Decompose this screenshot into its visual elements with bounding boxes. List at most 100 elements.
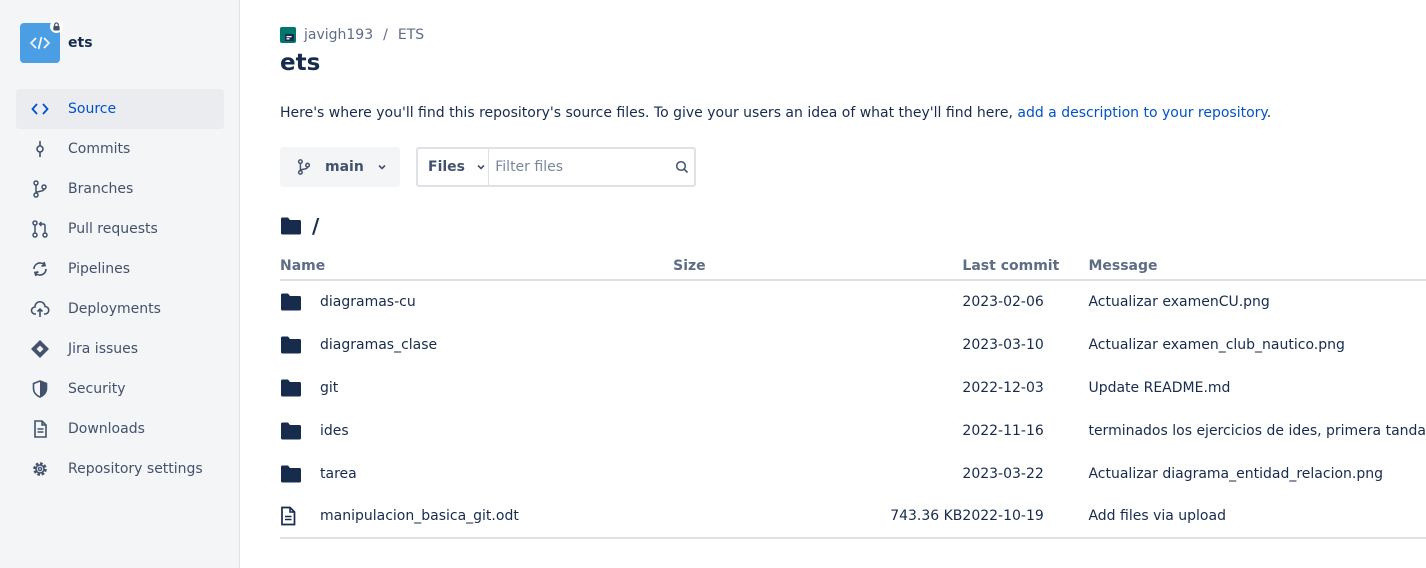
file-size [673, 280, 962, 323]
commit-message[interactable]: Actualizar diagrama_entidad_relacion.png [1088, 452, 1426, 495]
current-path: / [280, 214, 319, 238]
sidebar-item-label: Pull requests [68, 221, 158, 237]
jira-icon [30, 339, 50, 359]
files-dropdown[interactable]: Files [418, 149, 490, 185]
filter-files-input[interactable] [489, 149, 670, 185]
commit-message[interactable]: terminados los ejercicios de ides, prime… [1088, 409, 1426, 452]
sidebar-item-label: Security [68, 381, 126, 397]
breadcrumb-project[interactable]: ETS [398, 27, 424, 43]
description-suffix: . [1266, 105, 1272, 121]
source-controls: main Files [280, 147, 696, 187]
chevron-down-icon [475, 161, 487, 173]
last-commit-date: 2023-02-06 [962, 294, 1044, 310]
chevron-down-icon [376, 161, 388, 173]
folder-icon [281, 217, 301, 235]
workspace-icon [280, 27, 296, 43]
repo-avatar[interactable] [20, 20, 63, 63]
branch-name: main [325, 159, 364, 175]
sidebar-item-jira-issues[interactable]: Jira issues [16, 329, 224, 369]
repo-description: Here's where you'll find this repository… [280, 105, 1271, 121]
file-name-link[interactable]: git [320, 380, 338, 396]
repo-name[interactable]: ets [68, 35, 93, 51]
breadcrumb: javigh193 / ETS [280, 27, 424, 43]
main-content: javigh193 / ETS ets Here's where you'll … [280, 0, 1426, 568]
last-commit-date: 2022-11-16 [962, 422, 1044, 439]
folder-icon [280, 292, 304, 312]
sidebar-item-label: Source [68, 101, 117, 117]
file-name-link[interactable]: tarea [320, 466, 357, 482]
sidebar-item-branches[interactable]: Branches [16, 169, 224, 209]
table-row[interactable]: ides 2022-11-16 terminados los ejercicio… [280, 409, 1426, 452]
file-size [673, 452, 962, 495]
branch-icon [30, 179, 50, 199]
last-commit-date: 2022-12-03 [962, 379, 1044, 396]
file-size: 743.36 KB [673, 495, 963, 539]
file-name-link[interactable]: diagramas-cu [320, 294, 416, 310]
sidebar-item-label: Downloads [68, 421, 145, 437]
file-size [673, 409, 962, 452]
commit-message[interactable]: Add files via upload [1088, 495, 1426, 539]
sidebar-item-commits[interactable]: Commits [16, 129, 224, 169]
table-row[interactable]: manipulacion_basica_git.odt 743.36 KB 20… [280, 495, 1426, 539]
file-name-link[interactable]: ides [320, 423, 349, 439]
gear-icon [30, 459, 50, 479]
description-text: Here's where you'll find this repository… [280, 105, 1018, 121]
file-table: Name Size Last commit Message diagramas-… [280, 252, 1426, 539]
path-root[interactable]: / [312, 214, 319, 238]
commit-message[interactable]: Update README.md [1088, 366, 1426, 409]
file-filter: Files [416, 147, 696, 187]
file-icon [280, 506, 304, 526]
commit-message[interactable]: Actualizar examen_club_nautico.png [1088, 323, 1426, 366]
table-row[interactable]: diagramas_clase 2023-03-10 Actualizar ex… [280, 323, 1426, 366]
cloud-upload-icon [30, 299, 50, 319]
page-title: ets [280, 50, 321, 76]
sidebar-item-source[interactable]: Source [16, 89, 224, 129]
sidebar-item-label: Jira issues [68, 341, 139, 357]
shield-icon [30, 379, 50, 399]
sidebar-item-pull-requests[interactable]: Pull requests [16, 209, 224, 249]
file-size [673, 366, 962, 409]
sidebar-item-label: Branches [68, 181, 134, 197]
files-dropdown-label: Files [428, 159, 465, 175]
breadcrumb-separator: / [383, 27, 388, 43]
pull-request-icon [30, 219, 50, 239]
code-icon [30, 99, 50, 119]
folder-icon [280, 464, 304, 484]
column-header-last-commit[interactable]: Last commit [962, 252, 1089, 281]
add-description-link[interactable]: add a description to your repository [1017, 105, 1266, 121]
sidebar-item-deployments[interactable]: Deployments [16, 289, 224, 329]
last-commit-date: 2023-03-10 [962, 336, 1044, 353]
commit-message[interactable]: Actualizar examenCU.png [1088, 280, 1426, 323]
file-name-link[interactable]: diagramas_clase [320, 337, 437, 353]
table-row[interactable]: git 2022-12-03 Update README.md [280, 366, 1426, 409]
commit-icon [30, 139, 50, 159]
sidebar-item-pipelines[interactable]: Pipelines [16, 249, 224, 289]
repo-header[interactable]: ets [20, 20, 93, 63]
breadcrumb-workspace[interactable]: javigh193 [304, 27, 373, 43]
sidebar-item-repository-settings[interactable]: Repository settings [16, 449, 224, 489]
branch-selector[interactable]: main [280, 147, 400, 187]
file-name-link[interactable]: manipulacion_basica_git.odt [320, 508, 519, 524]
sidebar-item-downloads[interactable]: Downloads [16, 409, 224, 449]
document-icon [30, 419, 50, 439]
search-icon[interactable] [669, 160, 694, 174]
folder-icon [280, 335, 304, 355]
sidebar-item-security[interactable]: Security [16, 369, 224, 409]
table-header-row: Name Size Last commit Message [280, 252, 1426, 281]
sidebar-item-label: Repository settings [68, 461, 203, 477]
folder-icon [280, 421, 304, 441]
lock-icon [50, 20, 63, 33]
folder-icon [280, 378, 304, 398]
table-row[interactable]: diagramas-cu 2023-02-06 Actualizar exame… [280, 280, 1426, 323]
column-header-size[interactable]: Size [673, 252, 963, 281]
last-commit-date: 2023-03-22 [962, 465, 1044, 482]
table-row[interactable]: tarea 2023-03-22 Actualizar diagrama_ent… [280, 452, 1426, 495]
pipelines-icon [30, 259, 50, 279]
file-size [673, 323, 962, 366]
sidebar-item-label: Deployments [68, 301, 161, 317]
branch-icon [297, 159, 311, 175]
sidebar-item-label: Commits [68, 141, 131, 157]
column-header-name[interactable]: Name [280, 252, 674, 281]
code-brackets-icon [29, 36, 51, 50]
column-header-message[interactable]: Message [1088, 252, 1426, 281]
